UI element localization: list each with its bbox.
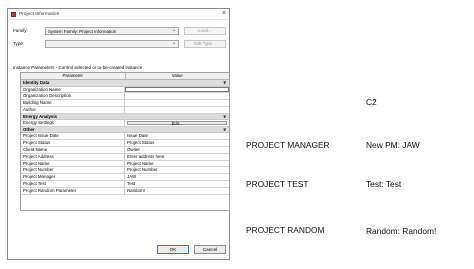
parameter-value[interactable]: JAW bbox=[125, 174, 229, 180]
parameter-value[interactable]: Test bbox=[125, 181, 229, 187]
cancel-button[interactable]: Cancel bbox=[194, 245, 226, 254]
parameter-name: Project Address bbox=[21, 153, 125, 160]
parameter-name: Project Test bbox=[21, 181, 125, 187]
group-other[interactable]: Other ¥ bbox=[21, 126, 229, 134]
table-row: Project Test Test bbox=[21, 181, 229, 188]
parameter-value[interactable] bbox=[125, 107, 229, 113]
table-row: Project Issue Date Issue Date bbox=[21, 133, 229, 141]
parameter-name: Project Manager bbox=[21, 174, 125, 181]
parameter-value[interactable]: Project Name bbox=[125, 161, 229, 167]
collapse-icon[interactable]: ¥ bbox=[224, 127, 226, 134]
group-label: Energy Analysis bbox=[23, 113, 58, 119]
parameter-name: Project Number bbox=[21, 167, 125, 174]
project-manager-value-note: New PM: JAW bbox=[366, 140, 420, 150]
organization-name-input[interactable] bbox=[125, 86, 229, 93]
table-row: Project Name Project Name bbox=[21, 160, 229, 168]
parameter-value[interactable]: Project Status bbox=[125, 140, 229, 146]
parameter-name: Author bbox=[21, 106, 125, 113]
project-manager-label: PROJECT MANAGER bbox=[246, 140, 330, 150]
chevron-down-icon: ⌄ bbox=[171, 28, 176, 33]
parameter-name: Building Name bbox=[21, 100, 125, 106]
table-row: Project Random Parameter Random! bbox=[21, 187, 229, 195]
group-identity-data[interactable]: Identity Data ¥ bbox=[21, 80, 229, 87]
table-row: Client Name Owner bbox=[21, 147, 229, 154]
parameter-name: Project Issue Date bbox=[21, 133, 125, 140]
energy-settings-edit-button[interactable]: Edit... bbox=[127, 120, 227, 126]
parameter-name: Client Name bbox=[21, 147, 125, 153]
table-row: Energy Settings Edit... bbox=[21, 120, 229, 127]
instance-parameters-caption: Instance Parameters - Control selected o… bbox=[13, 65, 143, 70]
dialog-titlebar: Project Information × bbox=[8, 9, 229, 20]
family-dropdown[interactable]: System Family: Project Information ⌄ bbox=[45, 26, 179, 35]
table-row: Project Address Enter address here bbox=[21, 153, 229, 161]
dialog-title: Project Information bbox=[19, 11, 60, 17]
family-dropdown-value: System Family: Project Information bbox=[48, 29, 117, 34]
parameter-name: Project Name bbox=[21, 160, 125, 167]
c2-note: C2 bbox=[366, 97, 377, 107]
table-row: Building Name bbox=[21, 100, 229, 107]
ok-button[interactable]: OK bbox=[157, 245, 189, 254]
table-row: Project Status Project Status bbox=[21, 140, 229, 148]
grid-header: Parameter Value bbox=[21, 73, 229, 80]
energy-settings-cell: Edit... bbox=[125, 120, 229, 126]
parameter-name: Project Status bbox=[21, 140, 125, 147]
parameter-value[interactable]: Enter address here bbox=[125, 154, 229, 160]
type-label: Type: bbox=[13, 41, 25, 46]
project-random-value-note: Random: Random! bbox=[366, 226, 437, 236]
project-test-label: PROJECT TEST bbox=[246, 179, 309, 189]
group-label: Other bbox=[23, 126, 35, 132]
table-row: Author bbox=[21, 106, 229, 114]
parameter-value[interactable]: Project Number bbox=[125, 167, 229, 173]
family-label: Family: bbox=[13, 28, 28, 33]
parameter-value[interactable]: Owner bbox=[125, 147, 229, 153]
table-row: Organization Description bbox=[21, 93, 229, 101]
parameters-grid: Parameter Value Identity Data ¥ Organiza… bbox=[20, 72, 230, 211]
parameter-name: Project Random Parameter bbox=[21, 187, 125, 194]
group-energy-analysis[interactable]: Energy Analysis ¥ bbox=[21, 113, 229, 121]
close-icon[interactable]: × bbox=[222, 10, 226, 18]
project-test-value-note: Test: Test bbox=[366, 179, 402, 189]
parameter-value[interactable] bbox=[125, 93, 229, 99]
group-label: Identity Data bbox=[23, 80, 50, 85]
project-random-label: PROJECT RANDOM bbox=[246, 225, 325, 235]
chevron-down-icon: ⌄ bbox=[171, 41, 176, 46]
parameter-value[interactable]: Random! bbox=[125, 188, 229, 194]
collapse-icon[interactable]: ¥ bbox=[224, 114, 226, 121]
parameter-name: Organization Name bbox=[21, 86, 125, 93]
revit-app-icon bbox=[11, 12, 16, 17]
collapse-icon[interactable]: ¥ bbox=[224, 80, 226, 87]
load-button[interactable]: Load... bbox=[184, 26, 226, 35]
table-row: Organization Name bbox=[21, 86, 229, 94]
parameter-name: Energy Settings bbox=[21, 120, 125, 126]
table-row: Project Number Project Number bbox=[21, 167, 229, 175]
parameter-value[interactable]: Issue Date bbox=[125, 133, 229, 139]
project-information-dialog: Project Information × Family: System Fam… bbox=[7, 8, 230, 260]
edit-type-button[interactable]: Edit Type... bbox=[184, 39, 226, 48]
parameter-column-header: Parameter bbox=[21, 73, 126, 79]
parameter-name: Organization Description bbox=[21, 93, 125, 100]
value-column-header: Value bbox=[171, 73, 183, 78]
table-row: Project Manager JAW bbox=[21, 174, 229, 182]
parameter-value[interactable] bbox=[125, 100, 229, 106]
type-dropdown[interactable]: ⌄ bbox=[45, 39, 179, 48]
